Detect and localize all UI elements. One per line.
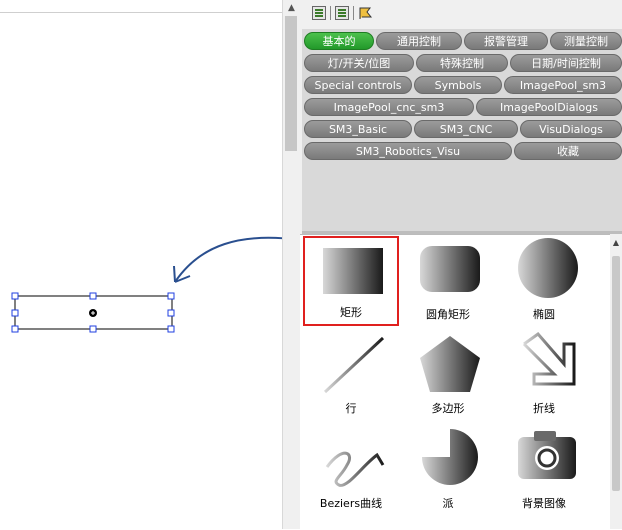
item-polygon[interactable]: 多边形 [400,330,496,420]
item-ellipse[interactable]: 椭圆 [496,236,592,326]
tab-imagepool-cnc-sm3[interactable]: ImagePool_cnc_sm3 [304,98,474,116]
item-pie[interactable]: 派 [400,425,496,515]
item-label: 椭圆 [533,308,555,321]
item-label: Beziers曲线 [319,497,383,510]
tab-special-controls-cn[interactable]: 特殊控制 [416,54,508,72]
tab-special-controls[interactable]: Special controls [304,76,412,94]
toolbar-separator [353,6,354,20]
tab-date-time-controls[interactable]: 日期/时间控制 [510,54,622,72]
item-label: 派 [442,497,454,510]
canvas-vertical-scrollbar[interactable]: ▲ [282,0,300,529]
scroll-up-icon[interactable]: ▲ [610,238,622,247]
tab-symbols[interactable]: Symbols [414,76,502,94]
tab-lamps-switches-bitmaps[interactable]: 灯/开关/位图 [304,54,414,72]
item-label: 多边形 [431,402,465,415]
polygon-icon [420,336,480,392]
camera-icon [518,431,576,479]
tab-imagepool-sm3[interactable]: ImagePool_sm3 [504,76,622,94]
item-background-image[interactable]: 背景图像 [496,425,592,515]
item-polyline[interactable]: 折线 [496,330,592,420]
polyline-icon [522,331,576,386]
tab-favorites[interactable]: 收藏 [514,142,622,160]
bezier-icon [325,451,385,487]
tab-area: 基本的 通用控制 报警管理 测量控制 灯/开关/位图 特殊控制 日期/时间控制 … [302,29,622,235]
rounded-rectangle-icon [420,246,480,292]
pie-icon [422,429,478,485]
editor-canvas[interactable] [0,0,282,529]
tab-sm3-cnc[interactable]: SM3_CNC [414,120,518,138]
item-label: 折线 [533,402,555,415]
item-bezier[interactable]: Beziers曲线 [303,425,399,515]
item-rounded-rectangle[interactable]: 圆角矩形 [400,236,496,326]
tab-sm3-basic[interactable]: SM3_Basic [304,120,412,138]
item-label: 矩形 [340,306,362,319]
toolbox-toolbar [312,2,374,24]
item-rectangle[interactable]: 矩形 [303,236,399,326]
item-label: 背景图像 [522,497,566,510]
tab-common-controls[interactable]: 通用控制 [376,32,462,50]
canvas-drawing [11,292,175,333]
tab-sm3-robotics-visu[interactable]: SM3_Robotics_Visu [304,142,512,160]
scroll-up-icon[interactable]: ▲ [283,0,300,16]
icon-view-icon[interactable] [335,6,349,20]
items-vertical-scrollbar[interactable]: ▲ [610,234,622,529]
item-label: 行 [345,402,357,415]
tab-measurement-controls[interactable]: 测量控制 [550,32,622,50]
item-label: 圆角矩形 [426,308,470,321]
list-view-icon[interactable] [312,6,326,20]
ellipse-icon [518,238,578,298]
properties-icon[interactable] [358,6,374,20]
items-scroll-thumb[interactable] [612,256,620,491]
tab-alarm-manager[interactable]: 报警管理 [464,32,548,50]
toolbox-items: 矩形 圆角矩形 椭圆 行 多边形 折线 Beziers曲线 派 背景图像 [300,234,610,530]
line-icon [323,336,385,394]
toolbar-separator [330,6,331,20]
toolbox-panel: 基本的 通用控制 报警管理 测量控制 灯/开关/位图 特殊控制 日期/时间控制 … [300,0,622,530]
item-line[interactable]: 行 [303,330,399,420]
tab-visu-dialogs[interactable]: VisuDialogs [520,120,622,138]
tab-imagepool-dialogs[interactable]: ImagePoolDialogs [476,98,622,116]
tab-basic[interactable]: 基本的 [304,32,374,50]
rectangle-icon [323,248,383,294]
canvas-scroll-thumb[interactable] [285,16,297,151]
